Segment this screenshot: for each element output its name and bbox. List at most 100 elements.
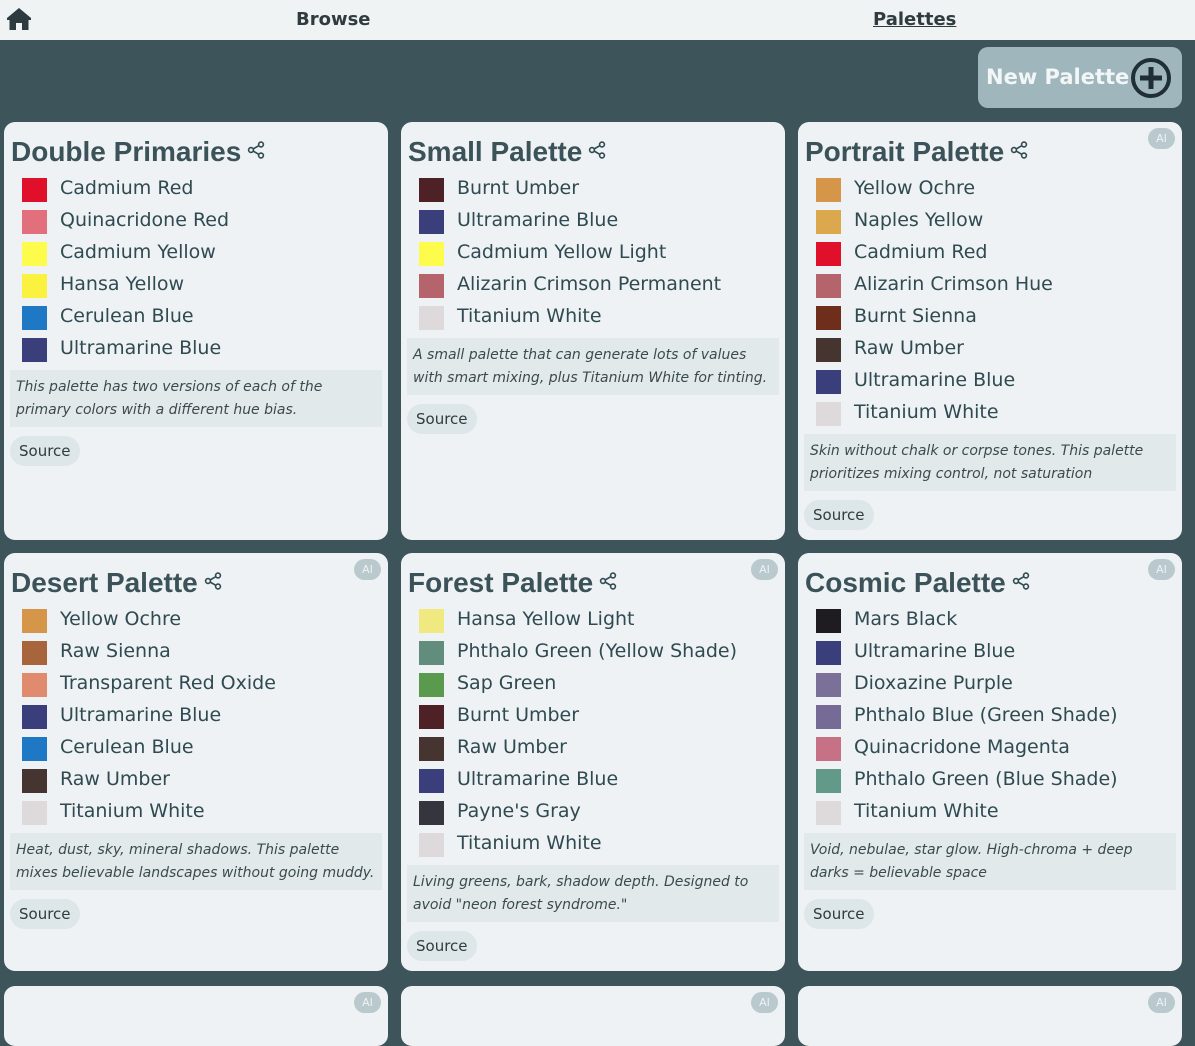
new-palette-button[interactable]: New Palette: [978, 47, 1182, 108]
paint-swatch: [419, 833, 444, 857]
paint-swatch: [419, 673, 444, 697]
palette-title-text: Portrait Palette: [805, 136, 1005, 167]
paint-name: Titanium White: [854, 401, 999, 423]
paint-name: Ultramarine Blue: [854, 369, 1016, 391]
palette-card: Small Palette Burnt Umber Ultramarine Blue…: [401, 122, 785, 540]
paint-name: Hansa Yellow: [60, 273, 185, 295]
paint-swatch: [816, 609, 841, 633]
source-button[interactable]: Source: [407, 404, 477, 434]
paint-swatch: [816, 737, 841, 761]
paint-name: Burnt Sienna: [854, 305, 977, 327]
paint-swatch: [22, 609, 47, 633]
paint-swatch: [419, 769, 444, 793]
paint-name: Quinacridone Magenta: [854, 736, 1070, 758]
share-icon[interactable]: [1012, 565, 1030, 590]
palette-card: AI Forest Palette Hansa Yellow Light Phthal…: [401, 553, 785, 971]
palette-description: A small palette that can generate lots o…: [407, 338, 779, 395]
paint-swatch: [22, 673, 47, 697]
palette-title-text: Cosmic Palette: [805, 567, 1006, 598]
palette-description: Living greens, bark, shadow depth. Desig…: [407, 865, 779, 922]
paint-swatch: [419, 737, 444, 761]
paint-swatch: [419, 306, 444, 330]
paint-swatch: [816, 274, 841, 298]
palette-card: AI Cosmic Palette Mars Black Ultramarine Bl…: [798, 553, 1182, 971]
palette-title: Forest Palette: [408, 565, 617, 599]
paint-name: Quinacridone Red: [60, 209, 230, 231]
ai-badge: AI: [1148, 992, 1175, 1013]
paint-swatch: [419, 210, 444, 234]
paint-name: Cadmium Yellow: [60, 241, 216, 263]
paint-swatch: [419, 274, 444, 298]
paint-name: Burnt Umber: [457, 704, 580, 726]
palette-title-text: Double Primaries: [11, 136, 242, 167]
paint-name: Hansa Yellow Light: [457, 608, 635, 630]
top-nav-bar: Browse Palettes: [0, 0, 1195, 40]
paint-swatch: [816, 673, 841, 697]
paint-name: Cadmium Red: [854, 241, 988, 263]
nav-palettes-link[interactable]: Palettes: [873, 9, 956, 30]
paint-swatch: [22, 306, 47, 330]
paint-name: Yellow Ochre: [60, 608, 182, 630]
share-icon[interactable]: [1010, 134, 1028, 159]
paint-swatch: [816, 801, 841, 825]
paint-swatch: [419, 641, 444, 665]
source-button[interactable]: Source: [10, 899, 80, 929]
paint-swatch: [816, 705, 841, 729]
home-icon[interactable]: [6, 7, 32, 31]
paint-swatch: [22, 274, 47, 298]
paint-swatch: [22, 178, 47, 202]
paint-name: Phthalo Green (Yellow Shade): [457, 640, 738, 662]
paint-name: Titanium White: [457, 305, 602, 327]
palette-title: Cosmic Palette: [805, 565, 1030, 599]
palette-description: Void, nebulae, star glow. High-chroma + …: [804, 833, 1176, 890]
palette-card: AI Desert Palette Yellow Ochre Raw Sienna Tr…: [4, 553, 388, 971]
paint-swatch: [816, 306, 841, 330]
paint-swatch: [816, 210, 841, 234]
nav-browse-link[interactable]: Browse: [296, 9, 371, 30]
palette-card: AI Portrait Palette Yellow Ochre Naples Yel…: [798, 122, 1182, 540]
paint-name: Phthalo Blue (Green Shade): [854, 704, 1118, 726]
source-button[interactable]: Source: [804, 500, 874, 530]
plus-circle-icon: [1131, 58, 1171, 98]
paint-name: Alizarin Crimson Permanent: [457, 273, 722, 295]
paint-name: Titanium White: [60, 800, 205, 822]
paint-name: Raw Umber: [854, 337, 964, 359]
paint-swatch: [22, 338, 47, 362]
paint-name: Ultramarine Blue: [60, 704, 222, 726]
paint-name: Raw Umber: [60, 768, 170, 790]
paint-name: Sap Green: [457, 672, 557, 694]
paint-swatch: [419, 609, 444, 633]
paint-name: Ultramarine Blue: [854, 640, 1016, 662]
paint-swatch: [22, 769, 47, 793]
paint-name: Cerulean Blue: [60, 305, 194, 327]
paint-swatch: [22, 737, 47, 761]
paint-name: Phthalo Green (Blue Shade): [854, 768, 1118, 790]
share-icon[interactable]: [204, 565, 222, 590]
ai-badge: AI: [1148, 559, 1175, 580]
source-button[interactable]: Source: [407, 931, 477, 961]
paint-name: Cerulean Blue: [60, 736, 194, 758]
paint-swatch: [816, 178, 841, 202]
palette-title: Portrait Palette: [805, 134, 1028, 168]
paint-name: Payne's Gray: [457, 800, 581, 822]
paint-name: Dioxazine Purple: [854, 672, 1013, 694]
palette-card: AI: [4, 986, 388, 1046]
paint-name: Cadmium Red: [60, 177, 194, 199]
paint-name: Yellow Ochre: [854, 177, 976, 199]
source-button[interactable]: Source: [10, 436, 80, 466]
paint-swatch: [419, 178, 444, 202]
palette-title-text: Small Palette: [408, 136, 583, 167]
paint-swatch: [816, 370, 841, 394]
paint-swatch: [22, 801, 47, 825]
share-icon[interactable]: [588, 134, 606, 159]
paint-name: Raw Sienna: [60, 640, 171, 662]
paint-swatch: [419, 801, 444, 825]
ai-badge: AI: [751, 559, 778, 580]
share-icon[interactable]: [247, 134, 265, 159]
paint-name: Titanium White: [457, 832, 602, 854]
source-button[interactable]: Source: [804, 899, 874, 929]
share-icon[interactable]: [599, 565, 617, 590]
palette-title-text: Forest Palette: [408, 567, 594, 598]
palette-card: Double Primaries Cadmium Red Quinacridone …: [4, 122, 388, 540]
palette-description: Heat, dust, sky, mineral shadows. This p…: [10, 833, 382, 890]
